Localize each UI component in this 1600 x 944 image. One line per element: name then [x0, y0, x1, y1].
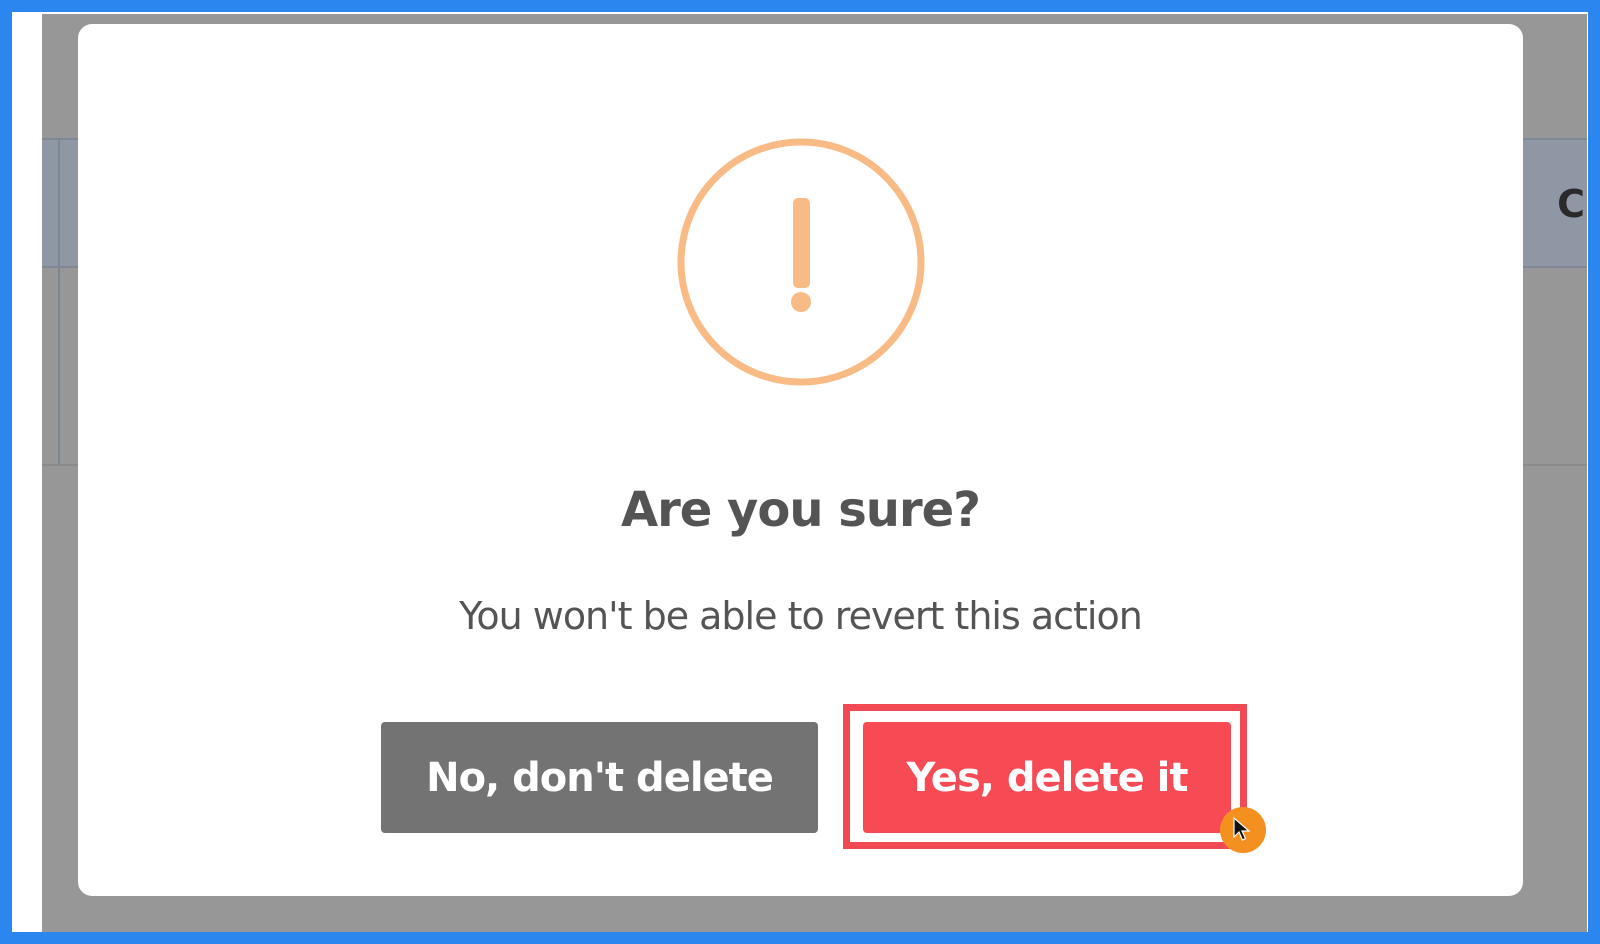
background-column-divider	[58, 138, 60, 466]
dialog-title: Are you sure?	[620, 482, 981, 538]
background-partial-text: C	[1557, 182, 1585, 226]
confirm-dialog: Are you sure? You won't be able to rever…	[78, 24, 1523, 896]
dialog-message: You won't be able to revert this action	[459, 594, 1143, 638]
confirm-delete-button[interactable]: Yes, delete it	[863, 722, 1231, 833]
click-marker	[1220, 807, 1266, 853]
screenshot-frame: C Are you sure? You won't be able to rev…	[0, 0, 1600, 944]
cancel-button[interactable]: No, don't delete	[381, 722, 818, 833]
mouse-pointer-icon	[1233, 817, 1251, 841]
exclamation-warning-icon	[677, 138, 925, 386]
